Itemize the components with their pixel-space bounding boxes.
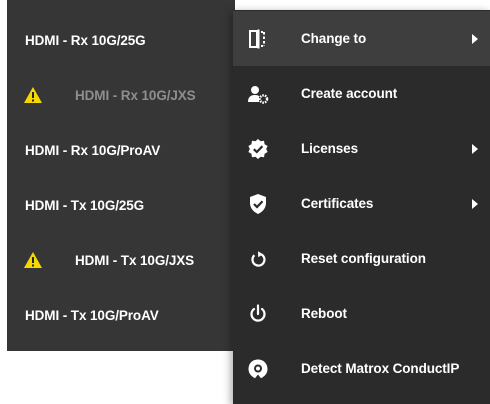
device-item-tx-25g[interactable]: HDMI - Tx 10G/25G <box>7 178 235 233</box>
device-item-rx-jxs[interactable]: HDMI - Rx 10G/JXS <box>7 68 235 123</box>
device-label: HDMI - Rx 10G/ProAV <box>25 143 161 158</box>
menu-item-reboot[interactable]: Reboot <box>233 286 490 341</box>
submenu-arrow-icon <box>472 144 478 154</box>
menu-item-change-to[interactable]: Change to <box>233 11 490 66</box>
device-item-tx-jxs[interactable]: HDMI - Tx 10G/JXS <box>7 233 235 288</box>
menu-label: Change to <box>301 31 367 46</box>
device-item-tx-proav[interactable]: HDMI - Tx 10G/ProAV <box>7 288 235 343</box>
change-to-icon <box>249 29 265 49</box>
verified-badge-icon <box>248 139 268 159</box>
detect-icon <box>248 359 268 379</box>
device-label: HDMI - Tx 10G/ProAV <box>25 308 159 323</box>
user-gear-icon <box>248 86 269 104</box>
device-list: HDMI - Rx 10G/25G HDMI - Rx 10G/JXS HDMI… <box>7 0 235 351</box>
menu-label: Create account <box>301 86 398 101</box>
warning-icon <box>24 87 42 103</box>
submenu-arrow-icon <box>472 34 478 44</box>
menu-label: Detect Matrox ConductIP <box>301 361 460 376</box>
menu-label: Certificates <box>301 196 374 211</box>
device-label: HDMI - Rx 10G/JXS <box>75 88 196 103</box>
menu-item-licenses[interactable]: Licenses <box>233 121 490 176</box>
submenu-arrow-icon <box>472 199 478 209</box>
menu-item-certificates[interactable]: Certificates <box>233 176 490 231</box>
menu-item-detect-conductip[interactable]: Detect Matrox ConductIP <box>233 341 490 396</box>
context-menu: Change to Create account Licenses Certif… <box>233 10 490 404</box>
menu-item-reset-configuration[interactable]: Reset configuration <box>233 231 490 286</box>
warning-icon <box>24 252 42 268</box>
reset-icon <box>251 251 266 267</box>
device-item-rx-25g[interactable]: HDMI - Rx 10G/25G <box>7 13 235 68</box>
device-label: HDMI - Rx 10G/25G <box>25 33 146 48</box>
menu-label: Reboot <box>301 306 347 321</box>
device-label: HDMI - Tx 10G/JXS <box>75 253 195 268</box>
shield-check-icon <box>250 194 266 214</box>
menu-item-create-account[interactable]: Create account <box>233 66 490 121</box>
device-item-rx-proav[interactable]: HDMI - Rx 10G/ProAV <box>7 123 235 178</box>
menu-label: Reset configuration <box>301 251 426 266</box>
power-icon <box>250 304 266 322</box>
device-label: HDMI - Tx 10G/25G <box>25 198 145 213</box>
menu-label: Licenses <box>301 141 358 156</box>
